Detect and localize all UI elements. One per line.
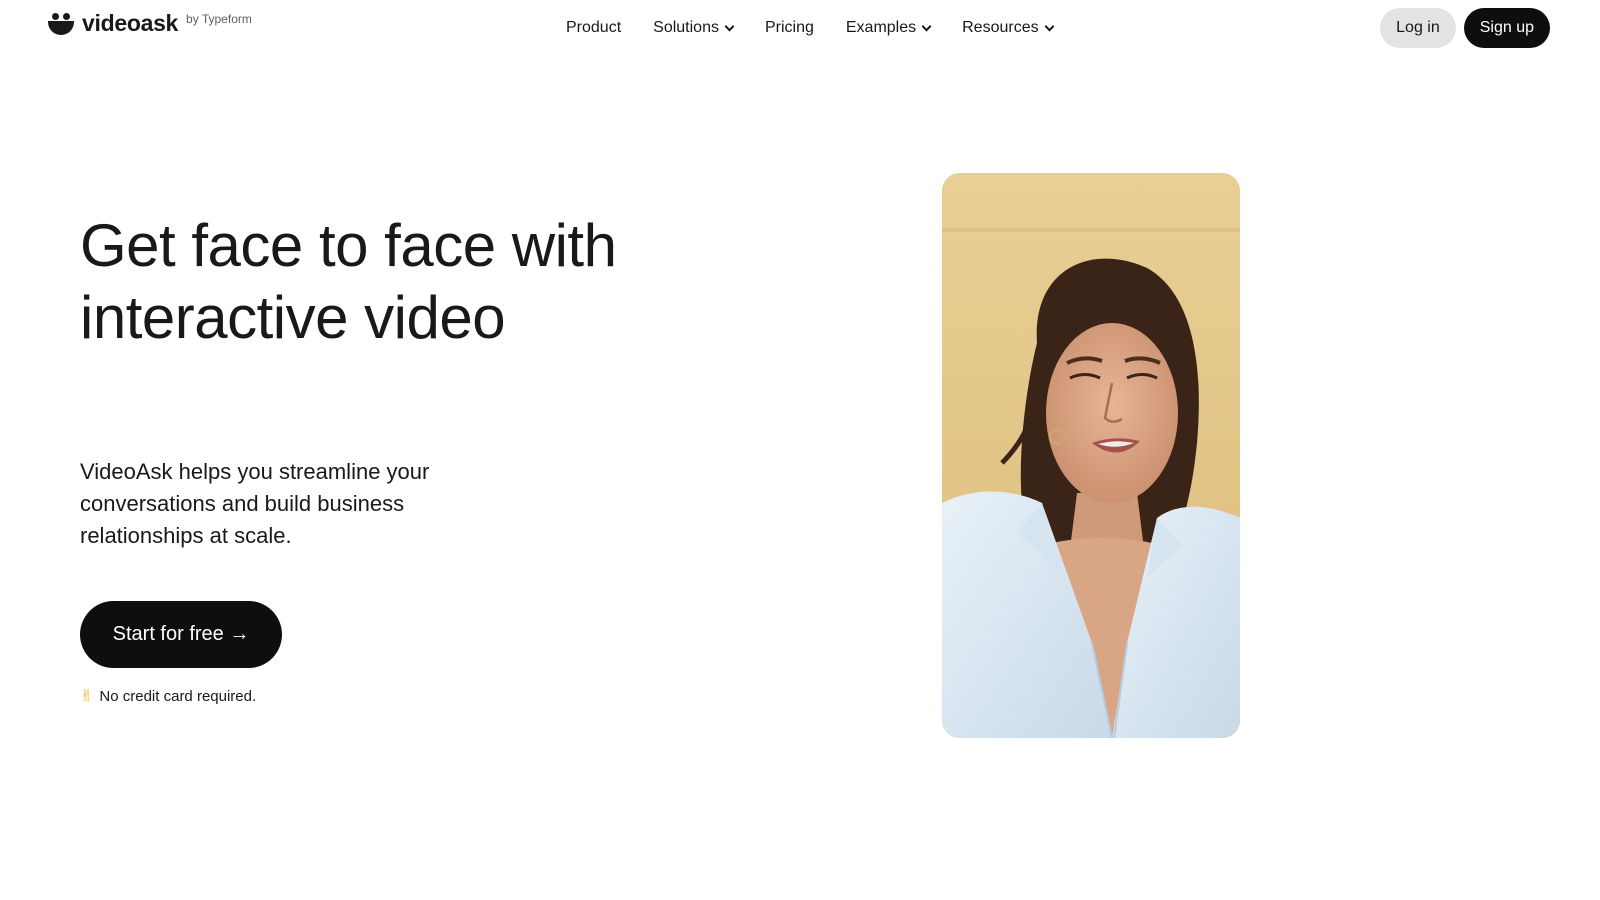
videoask-logo[interactable]: videoask by Typeform — [48, 10, 252, 37]
nav-item-pricing[interactable]: Pricing — [765, 17, 814, 39]
nav-item-label: Solutions — [653, 19, 719, 36]
auth-buttons: Log in Sign up — [1380, 8, 1550, 48]
no-credit-card-note: ✌ No credit card required. — [80, 686, 256, 706]
main-nav: Product Solutions Pricing Examples Resou… — [566, 17, 1055, 39]
hero-title: Get face to face with interactive video — [80, 212, 617, 351]
nav-item-product[interactable]: Product — [566, 17, 621, 39]
chevron-down-icon — [921, 21, 932, 31]
logo-wordmark: videoask — [82, 10, 179, 36]
login-button[interactable]: Log in — [1380, 8, 1456, 48]
note-text: No credit card required. — [99, 687, 257, 705]
woman-speaking-video-image — [942, 173, 1240, 738]
nav-item-label: Product — [566, 19, 622, 36]
nav-item-examples[interactable]: Examples — [845, 17, 932, 39]
signup-button[interactable]: Sign up — [1463, 8, 1550, 48]
logo-byline: by Typeform — [186, 11, 252, 26]
site-header: videoask by Typeform Product Solutions P… — [0, 0, 1600, 56]
nav-item-resources[interactable]: Resources — [962, 17, 1055, 39]
hero-subtitle: VideoAsk helps you streamline your conve… — [80, 459, 430, 548]
start-for-free-button[interactable]: Start for free → — [80, 601, 282, 668]
chevron-down-icon — [724, 21, 735, 31]
chevron-down-icon — [1044, 21, 1055, 31]
hero-video-card[interactable] — [942, 173, 1240, 738]
nav-item-label: Examples — [845, 19, 917, 36]
nav-item-solutions[interactable]: Solutions — [653, 17, 735, 39]
nav-item-label: Pricing — [764, 19, 814, 36]
victory-hand-icon: ✌ — [80, 688, 94, 705]
videoask-smile-logo-icon — [48, 11, 74, 37]
nav-item-label: Resources — [962, 19, 1039, 36]
